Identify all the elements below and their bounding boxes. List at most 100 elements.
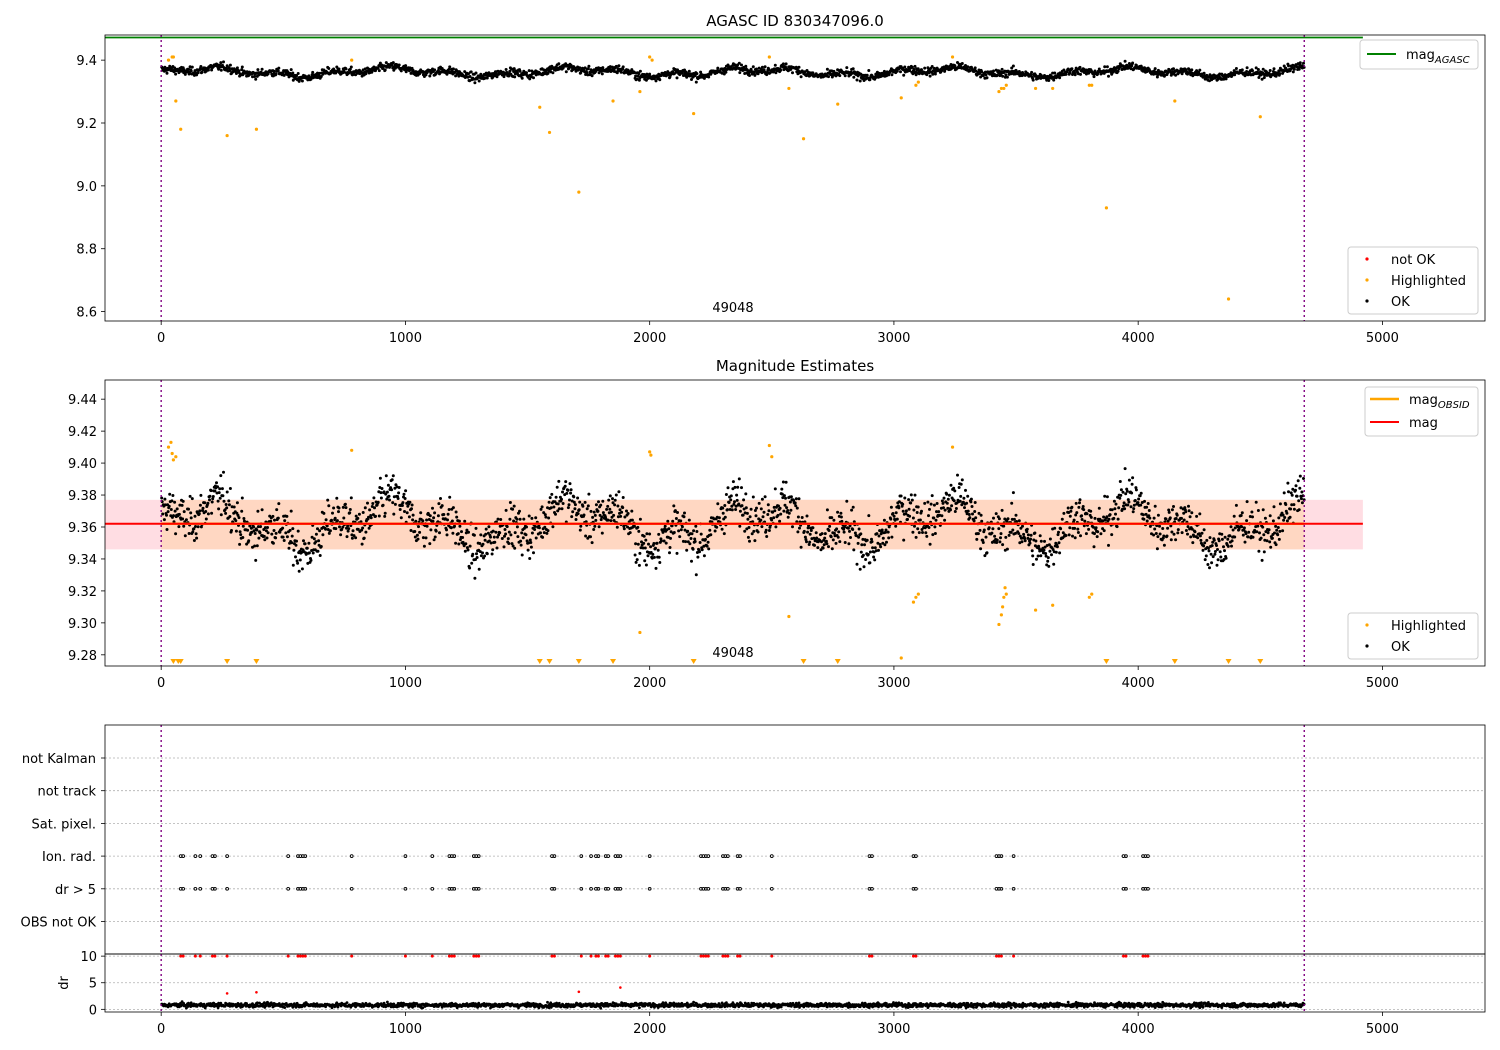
ok-point <box>616 504 620 508</box>
ok-point <box>295 539 298 543</box>
ok-point <box>1187 509 1191 513</box>
ok-point <box>1096 530 1100 534</box>
ok-point <box>856 541 860 545</box>
offscale-marker <box>1103 659 1110 664</box>
ok-point <box>1299 497 1303 501</box>
ok-point <box>1292 503 1296 507</box>
ok-point <box>766 513 770 516</box>
ok-point <box>475 552 478 556</box>
ok-point <box>1267 528 1271 532</box>
ok-point <box>1054 550 1058 554</box>
ok-point <box>649 545 653 549</box>
ok-point <box>1070 67 1074 71</box>
ok-point <box>1089 515 1093 519</box>
ok-point <box>534 516 538 520</box>
ok-point <box>1134 488 1138 492</box>
ok-point <box>1191 541 1195 545</box>
ok-point <box>1029 537 1033 541</box>
panel-1-legend-lower[interactable]: not OK Highlighted OK <box>1347 246 1479 315</box>
ok-point <box>721 511 725 515</box>
ok-point <box>1002 524 1006 528</box>
ok-point <box>755 506 758 510</box>
ok-point <box>852 548 856 552</box>
ok-point <box>1093 532 1096 536</box>
ok-point <box>545 531 549 535</box>
ok-point <box>845 499 849 503</box>
ok-point <box>391 501 395 505</box>
ok-point <box>165 528 169 531</box>
ok-point <box>411 513 415 517</box>
ok-point <box>1064 72 1068 76</box>
ok-point <box>206 512 210 516</box>
ok-point <box>327 504 331 508</box>
ok-point <box>971 512 974 516</box>
ok-point <box>757 501 761 505</box>
ok-point <box>744 492 748 496</box>
highlighted-point <box>916 592 920 596</box>
flags-frame <box>104 724 1486 955</box>
ok-point <box>995 538 999 542</box>
ok-point <box>949 483 953 487</box>
ok-point <box>1234 67 1238 70</box>
ok-point <box>695 530 699 533</box>
ok-point <box>298 558 302 562</box>
ok-point <box>1007 533 1011 537</box>
y-tick-label: 9.38 <box>68 489 97 504</box>
ok-point <box>173 509 177 513</box>
ok-point <box>246 528 250 532</box>
flag-mark <box>1146 886 1150 891</box>
ok-point <box>527 514 531 518</box>
ok-point <box>1201 548 1205 552</box>
ok-point <box>496 517 500 521</box>
ok-point <box>194 525 197 528</box>
ok-point <box>349 65 353 69</box>
ok-point <box>800 516 804 519</box>
ok-point <box>625 509 628 513</box>
ok-point <box>806 530 810 534</box>
ok-point <box>269 519 273 523</box>
ok-point <box>1244 532 1248 536</box>
ok-point <box>1073 526 1077 530</box>
ok-point <box>827 545 830 549</box>
ok-point <box>651 552 655 556</box>
ok-point <box>1000 508 1004 512</box>
ok-point <box>630 509 634 513</box>
highlighted-point <box>787 614 791 619</box>
highlighted-point <box>179 127 183 131</box>
ok-point <box>912 67 916 71</box>
ok-point <box>847 542 851 546</box>
panel-2-legend-lower[interactable]: Highlighted OK <box>1347 612 1479 660</box>
ok-point <box>784 480 788 484</box>
highlighted-point <box>650 58 654 62</box>
ok-point <box>377 514 381 518</box>
ok-point <box>1247 530 1251 534</box>
panel-1-legend-upper[interactable]: magAGASC <box>1359 39 1479 70</box>
ok-point <box>432 538 436 542</box>
ok-point <box>1146 502 1150 505</box>
ok-point <box>1069 509 1073 513</box>
ok-point <box>1240 511 1244 515</box>
flag-mark <box>181 886 186 891</box>
ok-point <box>1282 491 1286 495</box>
ok-point <box>1232 514 1236 518</box>
ok-point <box>363 506 367 510</box>
panel-2-legend-upper[interactable]: magOBSID mag <box>1364 386 1479 437</box>
ok-point <box>433 68 437 72</box>
highlighted-point <box>1226 297 1231 301</box>
ok-point <box>458 524 462 528</box>
ok-point <box>275 508 279 512</box>
ok-point <box>601 511 605 515</box>
ok-point <box>1245 66 1249 70</box>
ok-point <box>785 506 789 510</box>
flag-mark <box>914 854 918 858</box>
y-tick-label: 9.0 <box>76 180 97 195</box>
ok-point <box>606 504 610 508</box>
ok-point <box>527 69 531 73</box>
ok-point <box>1255 530 1259 534</box>
ok-point <box>726 486 730 490</box>
ok-point <box>820 532 824 536</box>
ok-point <box>307 541 311 545</box>
ok-point <box>1112 499 1116 503</box>
ok-point <box>850 508 854 512</box>
highlighted-point <box>1258 115 1262 119</box>
